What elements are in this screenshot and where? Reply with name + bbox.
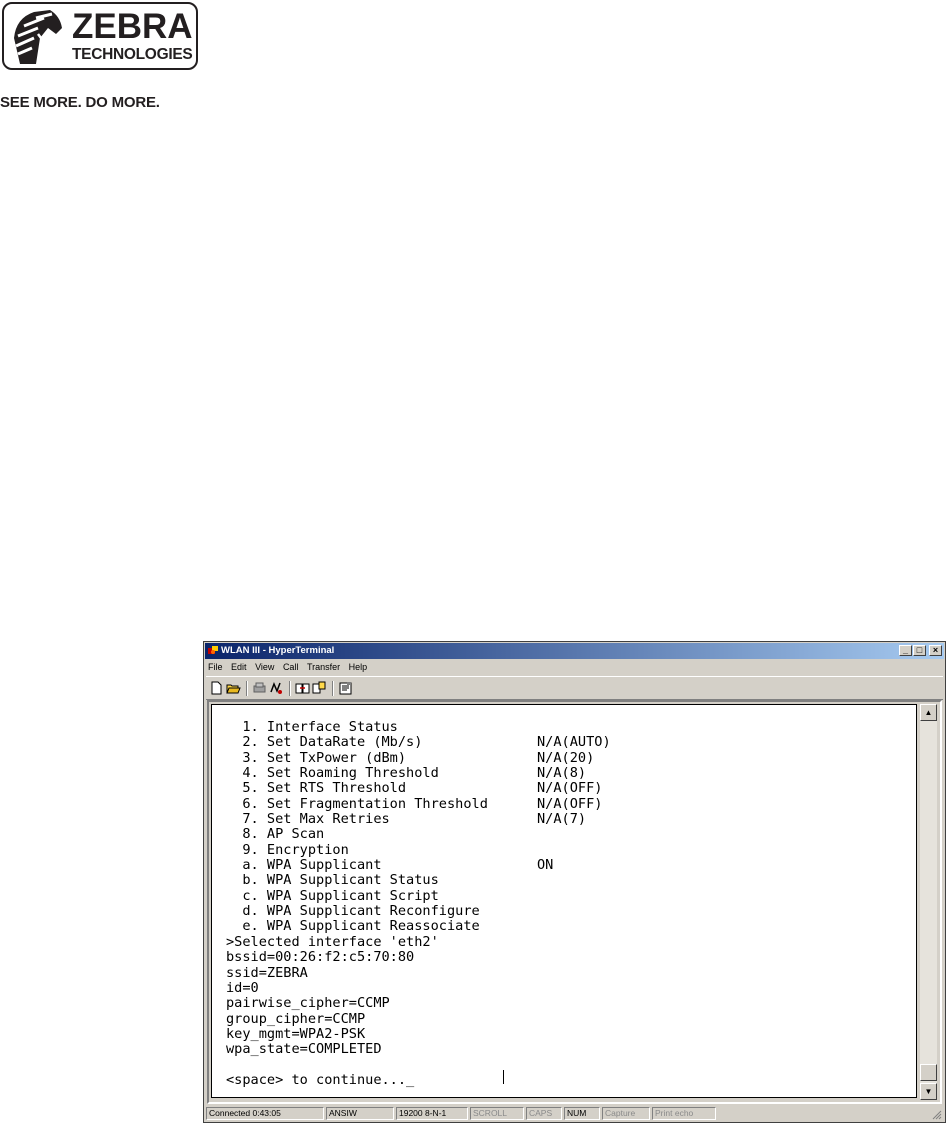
- status-emulation: ANSIW: [326, 1107, 394, 1120]
- scroll-up-button[interactable]: ▲: [920, 704, 937, 721]
- hyperterminal-window: WLAN III - HyperTerminal _ □ × File Edit…: [203, 641, 946, 1123]
- vertical-scrollbar[interactable]: ▲ ▼: [920, 704, 937, 1100]
- text-caret: [503, 1070, 504, 1084]
- terminal-line: wpa_state=COMPLETED: [226, 1041, 382, 1058]
- terminal-line: 8. AP Scan: [226, 826, 325, 843]
- toolbar: [206, 676, 943, 700]
- zebra-head-icon: [10, 8, 66, 66]
- terminal-screen[interactable]: 1. Interface Status 2. Set DataRate (Mb/…: [211, 704, 917, 1098]
- terminal-line: b. WPA Supplicant Status: [226, 872, 439, 889]
- terminal-line: >Selected interface 'eth2': [226, 933, 439, 950]
- terminal-line: 7. Set Max Retries N/A(7): [226, 811, 587, 828]
- terminal-line: 9. Encryption: [226, 841, 349, 858]
- resize-grip-icon[interactable]: [931, 1109, 942, 1120]
- zebra-logo: ZEBRA TECHNOLOGIES: [2, 2, 198, 70]
- terminal-line: 6. Set Fragmentation Threshold N/A(OFF): [226, 795, 603, 812]
- terminal-output: 1. Interface Status 2. Set DataRate (Mb/…: [226, 719, 611, 1088]
- status-scroll: SCROLL: [470, 1107, 524, 1120]
- terminal-line: group_cipher=CCMP: [226, 1010, 366, 1027]
- terminal-line: e. WPA Supplicant Reassociate: [226, 918, 480, 935]
- terminal-frame: 1. Interface Status 2. Set DataRate (Mb/…: [207, 700, 942, 1104]
- scroll-thumb[interactable]: [920, 1064, 937, 1081]
- terminal-line: 5. Set RTS Threshold N/A(OFF): [226, 780, 603, 797]
- close-button[interactable]: ×: [929, 645, 942, 656]
- terminal-line: ssid=ZEBRA: [226, 964, 308, 981]
- send-icon[interactable]: [295, 681, 310, 695]
- terminal-line: id=0: [226, 979, 259, 996]
- terminal-line: 4. Set Roaming Threshold N/A(8): [226, 765, 587, 782]
- status-caps: CAPS: [526, 1107, 562, 1120]
- receive-icon[interactable]: [312, 681, 327, 695]
- properties-icon[interactable]: [338, 681, 353, 695]
- scroll-down-button[interactable]: ▼: [920, 1083, 937, 1100]
- hyperterminal-app-icon: [208, 646, 218, 654]
- status-port-settings: 19200 8-N-1: [396, 1107, 468, 1120]
- terminal-line: bssid=00:26:f2:c5:70:80: [226, 949, 415, 966]
- status-capture: Capture: [602, 1107, 650, 1120]
- terminal-line: 1. Interface Status: [226, 719, 398, 735]
- menu-edit[interactable]: Edit: [231, 660, 247, 674]
- terminal-line: d. WPA Supplicant Reconfigure: [226, 903, 480, 920]
- logo-wordmark: ZEBRA: [72, 7, 193, 46]
- terminal-line: c. WPA Supplicant Script: [226, 887, 439, 904]
- terminal-line: key_mgmt=WPA2-PSK: [226, 1025, 366, 1042]
- status-connected: Connected 0:43:05: [206, 1107, 324, 1120]
- dial-icon[interactable]: [269, 681, 284, 695]
- status-num: NUM: [564, 1107, 600, 1120]
- title-bar[interactable]: WLAN III - HyperTerminal _ □ ×: [205, 643, 944, 659]
- menu-file[interactable]: File: [208, 660, 223, 674]
- minimize-button[interactable]: _: [899, 645, 912, 656]
- menu-transfer[interactable]: Transfer: [307, 660, 340, 674]
- tagline: SEE MORE. DO MORE.: [0, 94, 160, 111]
- window-title: WLAN III - HyperTerminal: [221, 645, 335, 656]
- open-icon[interactable]: [226, 681, 241, 695]
- terminal-line: pairwise_cipher=CCMP: [226, 995, 390, 1012]
- terminal-line: a. WPA Supplicant ON: [226, 857, 554, 874]
- terminal-line: 2. Set DataRate (Mb/s) N/A(AUTO): [226, 734, 611, 751]
- menu-view[interactable]: View: [255, 660, 274, 674]
- terminal-line: 3. Set TxPower (dBm) N/A(20): [226, 749, 595, 766]
- maximize-button[interactable]: □: [913, 645, 926, 656]
- menu-bar: File Edit View Call Transfer Help: [208, 660, 373, 674]
- menu-help[interactable]: Help: [349, 660, 368, 674]
- menu-call[interactable]: Call: [283, 660, 299, 674]
- status-print-echo: Print echo: [652, 1107, 716, 1120]
- terminal-line: <space> to continue..._: [226, 1071, 415, 1088]
- new-icon[interactable]: [209, 681, 224, 695]
- status-bar: Connected 0:43:05 ANSIW 19200 8-N-1 SCRO…: [205, 1105, 944, 1122]
- logo-subtitle: TECHNOLOGIES: [72, 46, 193, 63]
- disconnect-icon[interactable]: [252, 681, 267, 695]
